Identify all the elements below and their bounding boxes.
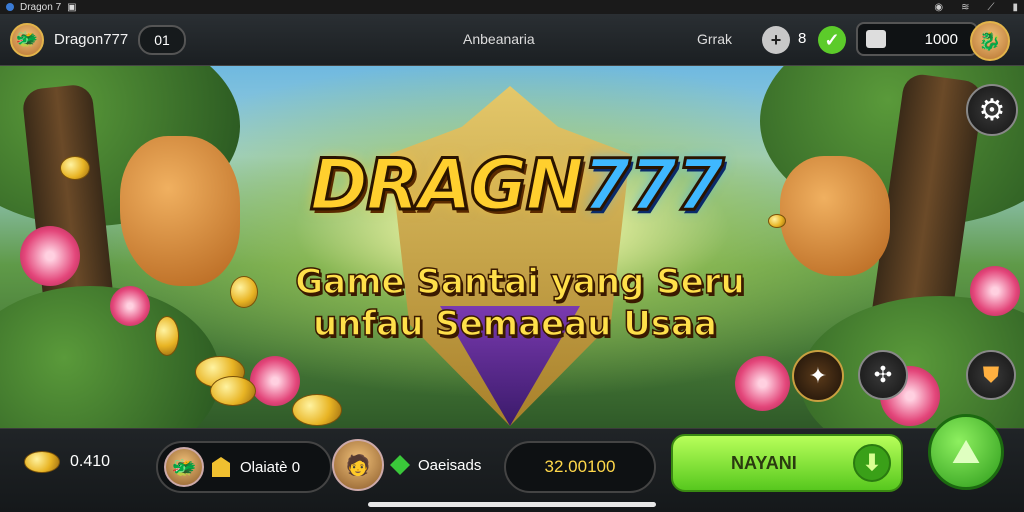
system-app-title: Dragon 7 — [20, 1, 62, 13]
coin — [60, 156, 90, 180]
dragon-badge-icon[interactable]: ✦ — [792, 350, 844, 402]
plus-icon[interactable]: + — [762, 26, 790, 54]
hero-scene: DRAGN777 Game Santai yang Seru unfau Sem… — [0, 66, 1024, 428]
balance-value: 1000 — [924, 30, 958, 48]
flower — [20, 226, 80, 286]
signal-icon: ⟋ — [987, 1, 995, 13]
gold-badge-icon — [212, 457, 230, 477]
arrow-down-icon: ⬇ — [853, 444, 891, 482]
coin — [155, 316, 179, 356]
ticket-icon[interactable]: ✣ — [858, 350, 908, 400]
coin — [292, 394, 342, 426]
map-icon[interactable]: ⛰ — [928, 414, 1004, 490]
flower — [110, 286, 150, 326]
counter-value: 8 — [798, 30, 807, 47]
username: Dragon777 — [54, 31, 129, 48]
dragon-character-right — [780, 156, 890, 276]
item1-value: Olaiatè 0 — [240, 458, 301, 476]
wifi-icon: ≋ — [961, 1, 970, 13]
screen-title: Anbeanaria — [463, 31, 535, 47]
game-logo: DRAGN777 — [286, 143, 746, 228]
top-bar: 🐲 Dragon777 01 Anbeanaria Grrak + 8 ✓ 10… — [0, 14, 1024, 66]
logo-main: DRAGN — [308, 143, 585, 228]
alarm-icon: ◉ — [934, 1, 944, 13]
green-gem-icon — [390, 455, 410, 475]
screenshot-icon: ▣ — [67, 1, 77, 13]
tagline-line1: Game Santai yang Seru — [294, 261, 745, 303]
item-slot-1[interactable]: 🐲 Olaiatè 0 — [156, 441, 332, 493]
resource-label: Grrak — [697, 31, 732, 47]
play-button-label: NAYANI — [731, 452, 797, 473]
profile-avatar[interactable]: 🐉 — [970, 21, 1010, 61]
system-bar: Dragon 7 ▣ ◉ ≋ ⟋ ▮ — [0, 0, 1024, 14]
coins-value: 0.410 — [70, 453, 111, 470]
coin — [210, 376, 256, 406]
settings-gear-icon[interactable]: ⚙ — [966, 84, 1018, 136]
coin-stack-icon — [24, 451, 60, 473]
tagline-line2: unfau Semaeau Usaa — [312, 303, 717, 345]
app-status-icon — [6, 3, 14, 11]
amount-value: 32.00100 — [544, 457, 616, 476]
home-indicator[interactable] — [368, 502, 656, 507]
flower — [250, 356, 300, 406]
logo-accent: 777 — [581, 143, 726, 228]
balance-box: 1000 — [856, 22, 978, 56]
level-badge: 01 — [138, 24, 186, 55]
character-avatar: 🐲 — [164, 447, 204, 487]
check-icon[interactable]: ✓ — [818, 26, 846, 54]
player-avatar[interactable]: 🐲 — [10, 22, 44, 57]
battery-icon: ▮ — [1012, 1, 1018, 13]
flower — [970, 266, 1020, 316]
coin — [768, 214, 786, 228]
play-button[interactable]: NAYANI ⬇ — [671, 434, 903, 492]
amount-box: 32.00100 — [504, 441, 656, 493]
coins-display: 0.410 — [24, 451, 110, 473]
character-avatar-2[interactable]: 🧑 — [332, 439, 384, 491]
flower — [735, 356, 790, 411]
item2-label: Oaeisads — [418, 457, 482, 474]
shield-emblem-icon[interactable]: ⛊ — [966, 350, 1016, 400]
camera-icon[interactable] — [866, 30, 886, 48]
